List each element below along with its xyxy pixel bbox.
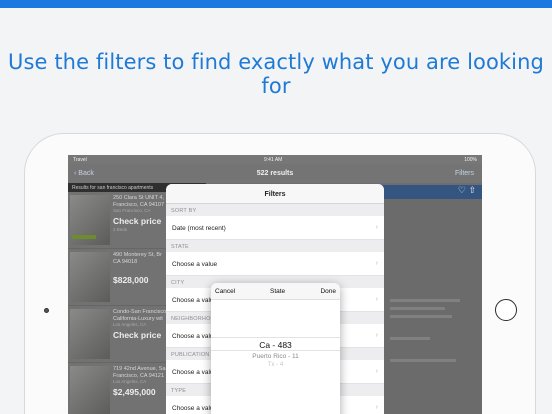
- chevron-right-icon: ›: [375, 368, 378, 375]
- chevron-right-icon: ›: [375, 332, 378, 339]
- results-count-title: 522 results: [256, 170, 294, 177]
- camera-icon: [44, 308, 49, 313]
- picker-option[interactable]: Puerto Rico - 11: [211, 353, 340, 362]
- heart-icon[interactable]: ♡: [458, 185, 466, 195]
- listing-photo: [70, 195, 110, 245]
- listing-photo: [70, 309, 110, 359]
- listing-photo: [70, 366, 110, 414]
- state-picker-wheel[interactable]: Ca - 483 Puerto Rico - 11 Tx - 4: [211, 335, 340, 371]
- nav-bar: ‹ Back 522 results Filters: [68, 164, 482, 183]
- state-value: Choose a value: [172, 261, 218, 268]
- state-field[interactable]: Choose a value ›: [166, 252, 384, 276]
- battery-label: 100%: [464, 157, 477, 163]
- sort-by-value: Date (most recent): [172, 225, 226, 232]
- chevron-right-icon: ›: [375, 404, 378, 411]
- listing-photo: [70, 252, 110, 302]
- picker-option-selected[interactable]: Ca - 483: [211, 337, 340, 351]
- listing-list[interactable]: 250 Clara St UNIT 4, Francisco, CA 94107…: [68, 192, 180, 414]
- list-item[interactable]: Condo-San Francisco California-Luxury wi…: [68, 306, 180, 363]
- list-item[interactable]: 250 Clara St UNIT 4, Francisco, CA 94107…: [68, 192, 180, 249]
- chevron-right-icon: ›: [375, 296, 378, 303]
- picker-done-button[interactable]: Done: [320, 288, 336, 295]
- picker-cancel-button[interactable]: Cancel: [215, 288, 235, 295]
- carrier-label: Travel: [73, 157, 87, 163]
- chevron-right-icon: ›: [375, 224, 378, 231]
- picker-option[interactable]: Tx - 4: [211, 362, 340, 371]
- picker-toolbar: Cancel State Done: [211, 283, 340, 300]
- marketing-headline: Use the filters to find exactly what you…: [8, 50, 544, 98]
- section-label-state: STATE: [166, 240, 384, 252]
- top-accent-bar: [0, 0, 552, 8]
- clock: 9:41 AM: [264, 157, 283, 163]
- state-picker-popover: Cancel State Done Ca - 483 Puerto Rico -…: [211, 283, 340, 414]
- status-bar: Travel 9:41 AM 100%: [68, 155, 482, 164]
- picker-title: State: [270, 288, 286, 295]
- detail-actions: ♡ ⇧: [458, 185, 476, 196]
- share-icon[interactable]: ⇧: [468, 185, 476, 195]
- home-button[interactable]: [495, 299, 517, 321]
- sort-by-field[interactable]: Date (most recent) ›: [166, 216, 384, 240]
- list-item[interactable]: 719 42nd Avenue, Sa Francisco, CA 94121 …: [68, 363, 180, 414]
- filters-button[interactable]: Filters: [455, 170, 474, 177]
- list-item[interactable]: 490 Monterey St, Br CA 94018 $828,000: [68, 249, 180, 306]
- chevron-right-icon: ›: [375, 260, 378, 267]
- filters-title: Filters: [166, 184, 384, 204]
- section-label-sort-by: SORT BY: [166, 204, 384, 216]
